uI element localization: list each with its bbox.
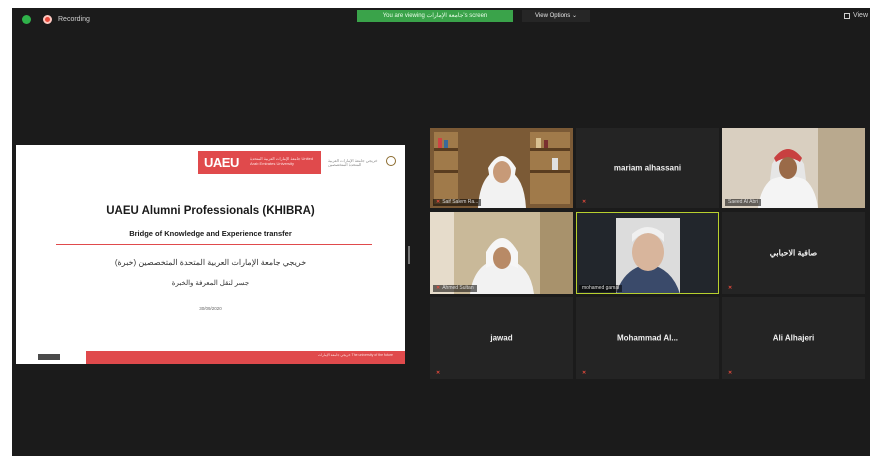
split-view-divider[interactable] xyxy=(408,246,410,264)
participant-tile-active-speaker[interactable]: mohamed gamal xyxy=(576,212,719,294)
uaeu-logo-bar: UAEU جامعة الإمارات العربية المتحدة Unit… xyxy=(198,151,321,174)
zoom-meeting-window: Recording You are viewing ‎جامعة الإمارا… xyxy=(12,8,870,456)
slide-footer-text: خريجي جامعة الإمارات The university of t… xyxy=(317,353,393,357)
participant-name-label: mohamed gamal xyxy=(579,285,623,292)
slide-subtitle: Bridge of Knowledge and Experience trans… xyxy=(129,229,292,238)
view-label: View xyxy=(852,12,868,19)
mic-muted-indicator: ✕ xyxy=(579,370,591,377)
participant-tile[interactable]: صافية الاحبابي ✕ xyxy=(722,212,865,294)
mic-muted-icon: ✕ xyxy=(728,370,733,376)
slide-divider xyxy=(56,244,372,245)
khibra-emblem-icon xyxy=(386,156,396,166)
mic-muted-icon: ✕ xyxy=(582,370,587,376)
slide-title: UAEU Alumni Professionals (KHIBRA) xyxy=(106,205,315,217)
mic-muted-indicator: ✕ xyxy=(579,199,591,206)
mic-muted-icon: ✕ xyxy=(728,285,733,291)
mic-muted-indicator: ✕ xyxy=(725,285,737,292)
participant-name-label: Saeed Al Abri xyxy=(725,199,762,206)
participant-video xyxy=(722,128,865,208)
mic-muted-icon: ✕ xyxy=(436,370,441,376)
slide-arabic-subtitle: جسر لنقل المعرفة والخبرة xyxy=(171,280,250,287)
screen-share-banner: You are viewing ‎جامعة الإمارات‎'s scree… xyxy=(357,10,513,22)
participant-tile[interactable]: Mohammad Al... ✕ xyxy=(576,297,719,379)
participant-name: jawad xyxy=(490,333,513,343)
view-options-button[interactable]: View Options ⌄ xyxy=(522,10,590,22)
mic-muted-indicator: ✕ xyxy=(433,370,445,377)
participant-video xyxy=(430,128,573,208)
participant-video xyxy=(430,212,573,294)
view-button[interactable]: View xyxy=(843,12,868,19)
participant-name: Saeed Al Abri xyxy=(728,199,759,205)
participant-tile[interactable]: ✕ Ahmed Sultan xyxy=(430,212,573,294)
slide-date: 30/09/2020 xyxy=(199,306,222,311)
participant-name: mohamed gamal xyxy=(582,285,620,291)
mic-muted-indicator: ✕ xyxy=(725,370,737,377)
participant-name-label: ✕ Saif Salem Ra... xyxy=(433,199,482,206)
footer-logo xyxy=(38,354,60,360)
khibra-logo: خريجي جامعة الإمارات العربية المتحدة الم… xyxy=(328,154,396,171)
participant-name: Ali Alhajeri xyxy=(772,333,815,343)
slide-footer-bar: خريجي جامعة الإمارات The university of t… xyxy=(86,351,405,364)
mic-muted-icon: ✕ xyxy=(436,285,441,291)
uaeu-logo: UAEU xyxy=(204,155,239,170)
khibra-logo-subtext: خريجي جامعة الإمارات العربية المتحدة الم… xyxy=(328,158,378,167)
participant-name: Mohammad Al... xyxy=(616,333,679,343)
participant-name-label: ✕ Ahmed Sultan xyxy=(433,285,477,292)
participant-name: Ahmed Sultan xyxy=(442,285,474,291)
encryption-shield-icon[interactable] xyxy=(22,15,31,24)
uaeu-logo-subtext: جامعة الإمارات العربية المتحدة United Ar… xyxy=(250,156,314,166)
mic-muted-icon: ✕ xyxy=(582,199,587,205)
shared-screen-slide: UAEU جامعة الإمارات العربية المتحدة Unit… xyxy=(16,145,405,364)
participant-tile[interactable]: Saeed Al Abri xyxy=(722,128,865,208)
participant-tile[interactable]: Ali Alhajeri ✕ xyxy=(722,297,865,379)
recording-dot-icon xyxy=(43,15,52,24)
participant-name: mariam alhassani xyxy=(613,163,682,173)
mic-muted-icon: ✕ xyxy=(436,199,441,205)
participant-tile[interactable]: mariam alhassani ✕ xyxy=(576,128,719,208)
participant-tile[interactable]: ✕ Saif Salem Ra... xyxy=(430,128,573,208)
gallery-grid-icon xyxy=(843,12,850,19)
participant-video xyxy=(576,212,719,294)
participant-name: صافية الاحبابي xyxy=(769,248,818,258)
participant-tile[interactable]: jawad ✕ xyxy=(430,297,573,379)
slide-arabic-title: خريجي جامعة الإمارات العربية المتحدة الم… xyxy=(114,258,307,267)
recording-indicator[interactable]: Recording xyxy=(22,15,90,24)
participant-name: Saif Salem Ra... xyxy=(442,199,479,205)
recording-label: Recording xyxy=(58,16,90,23)
